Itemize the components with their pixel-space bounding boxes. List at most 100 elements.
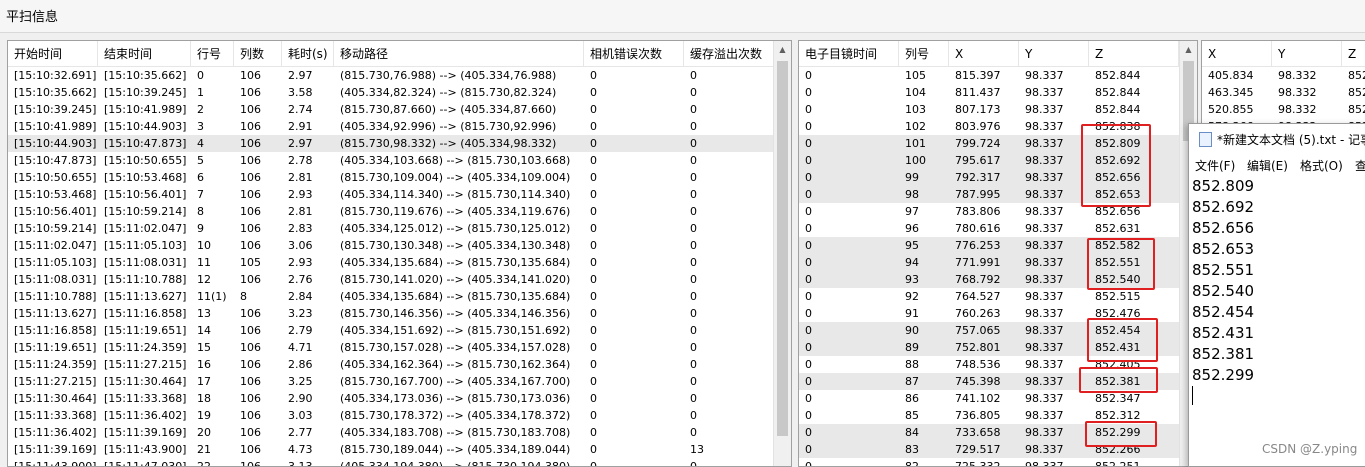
table-cell: [15:10:32.691] [14, 69, 97, 82]
table-row[interactable]: [15:10:41.989] [15:10:44.903] 3 106 2.91 (405… [8, 118, 791, 135]
menu-edit[interactable]: 编辑(E) [1247, 157, 1288, 174]
table-row[interactable]: [15:11:13.627] [15:11:16.858] 13 106 3.23 (81… [8, 305, 791, 322]
table-row[interactable]: 0 105 815.397 98.337 852.844 [799, 67, 1179, 84]
table-row[interactable]: 0 82 725.332 98.337 852.251 [799, 458, 1179, 466]
scan-column-header[interactable]: 移动路径 [334, 41, 584, 67]
table-row[interactable]: [15:11:30.464] [15:11:33.368] 18 106 2.90 (40… [8, 390, 791, 407]
scan-column-header[interactable]: 开始时间 [8, 41, 98, 67]
table-row[interactable]: [15:11:19.651] [15:11:24.359] 15 106 4.71 (81… [8, 339, 791, 356]
scroll-thumb[interactable] [777, 61, 788, 436]
table-cell: (405.334,183.708) --> (815.730,183.708) [340, 426, 571, 439]
table-cell: 98.337 [1025, 137, 1064, 150]
scan-column-header[interactable]: 列数 [234, 41, 282, 67]
table-cell: 101 [905, 137, 926, 150]
table-row[interactable]: [15:10:44.903] [15:10:47.873] 4 106 2.97 (815… [8, 135, 791, 152]
table-cell: [15:11:05.103] [14, 256, 97, 269]
table-row[interactable]: [15:10:32.691] [15:10:35.662] 0 106 2.97 (815… [8, 67, 791, 84]
menu-file[interactable]: 文件(F) [1195, 157, 1235, 174]
table-row[interactable]: [15:11:33.368] [15:11:36.402] 19 106 3.03 (81… [8, 407, 791, 424]
table-row[interactable]: 0 104 811.437 98.337 852.844 [799, 84, 1179, 101]
table-cell: [15:11:10.788] [14, 290, 97, 303]
table-cell: 98.332 [1278, 86, 1317, 99]
third-column-header[interactable]: Y [1272, 41, 1342, 67]
scan-column-header[interactable]: 结束时间 [98, 41, 191, 67]
table-row[interactable]: [15:11:08.031] [15:11:10.788] 12 106 2.76 (81… [8, 271, 791, 288]
table-cell: 757.065 [955, 324, 1001, 337]
table-row[interactable]: [15:10:47.873] [15:10:50.655] 5 106 2.78 (405… [8, 152, 791, 169]
table-row[interactable]: [15:10:53.468] [15:10:56.401] 7 106 2.93 (405… [8, 186, 791, 203]
table-row[interactable]: [15:11:10.788] [15:11:13.627] 11(1) 8 2.84 (4… [8, 288, 791, 305]
table-cell: 19 [197, 409, 211, 422]
table-cell: (815.730,119.676) --> (405.334,119.676) [340, 205, 571, 218]
table-cell: 768.792 [955, 273, 1001, 286]
table-cell: [15:10:53.468] [104, 171, 187, 184]
table-row[interactable]: 405.834 98.332 852.873 [1202, 67, 1365, 84]
table-cell: (815.730,87.660) --> (405.334,87.660) [340, 103, 557, 116]
table-row[interactable]: [15:11:02.047] [15:11:05.103] 10 106 3.06 (81… [8, 237, 791, 254]
table-row[interactable]: 463.345 98.332 852.873 [1202, 84, 1365, 101]
third-column-header[interactable]: Z [1342, 41, 1365, 67]
table-cell: 3 [197, 120, 204, 133]
table-row[interactable]: [15:10:50.655] [15:10:53.468] 6 106 2.81 (815… [8, 169, 791, 186]
table-row[interactable]: 0 96 780.616 98.337 852.631 [799, 220, 1179, 237]
focus-column-header[interactable]: 列号 [899, 41, 949, 67]
table-cell: (405.334,151.692) --> (815.730,151.692) [340, 324, 571, 337]
table-cell: 100 [905, 154, 926, 167]
table-row[interactable]: [15:10:56.401] [15:10:59.214] 8 106 2.81 (815… [8, 203, 791, 220]
table-cell: [15:10:39.245] [104, 86, 187, 99]
table-row[interactable]: [15:11:36.402] [15:11:39.169] 20 106 2.77 (40… [8, 424, 791, 441]
table-cell: 106 [240, 358, 261, 371]
table-cell: 92 [905, 290, 919, 303]
focus-column-header[interactable]: Y [1019, 41, 1089, 67]
table-cell: 0 [805, 273, 812, 286]
notepad-title-bar[interactable]: *新建文本文档 (5).txt - 记事本 [1189, 124, 1365, 154]
menu-view[interactable]: 查看(V) [1355, 157, 1365, 174]
table-cell: 22 [197, 460, 211, 467]
menu-format[interactable]: 格式(O) [1300, 157, 1343, 174]
table-cell: [15:10:35.662] [14, 86, 97, 99]
table-cell: [15:11:24.359] [14, 358, 97, 371]
table-row[interactable]: [15:11:05.103] [15:11:08.031] 11 105 2.93 (40… [8, 254, 791, 271]
table-cell: 98.337 [1025, 239, 1064, 252]
table-cell: [15:11:08.031] [14, 273, 97, 286]
scan-table[interactable]: 开始时间 结束时间 行号 列数 耗时(s) 移动路径 相机错误次数 缓存溢出次数 [15:10… [7, 40, 792, 467]
third-column-header[interactable]: X [1202, 41, 1272, 67]
table-cell: 98.337 [1025, 205, 1064, 218]
table-row[interactable]: [15:10:39.245] [15:10:41.989] 2 106 2.74 (815… [8, 101, 791, 118]
focus-column-header[interactable]: X [949, 41, 1019, 67]
table-row[interactable]: [15:10:35.662] [15:10:39.245] 1 106 3.58 (405… [8, 84, 791, 101]
table-row[interactable]: 520.855 98.332 852.873 [1202, 101, 1365, 118]
table-row[interactable]: [15:11:39.169] [15:11:43.900] 21 106 4.73 (81… [8, 441, 791, 458]
table-cell: 0 [590, 358, 597, 371]
scan-column-header[interactable]: 行号 [191, 41, 234, 67]
focus-column-header[interactable]: Z [1089, 41, 1179, 67]
table-cell: (815.730,167.700) --> (405.334,167.700) [340, 375, 571, 388]
table-row[interactable]: [15:11:16.858] [15:11:19.651] 14 106 2.79 (40… [8, 322, 791, 339]
table-cell: 0 [805, 239, 812, 252]
scan-column-header[interactable]: 相机错误次数 [584, 41, 684, 67]
table-row[interactable]: [15:11:43.900] [15:11:47.030] 22 106 3.13 (40… [8, 458, 791, 467]
table-cell: 98.337 [1025, 256, 1064, 269]
table-row[interactable]: [15:10:59.214] [15:11:02.047] 9 106 2.83 (405… [8, 220, 791, 237]
table-cell: 12 [197, 273, 211, 286]
table-cell: 463.345 [1208, 86, 1254, 99]
table-row[interactable]: 0 103 807.173 98.337 852.844 [799, 101, 1179, 118]
table-row[interactable]: [15:11:27.215] [15:11:30.464] 17 106 3.25 (81… [8, 373, 791, 390]
scroll-up-icon[interactable]: ▲ [774, 41, 791, 58]
highlight-box [1079, 367, 1158, 393]
table-row[interactable]: [15:11:24.359] [15:11:27.215] 16 106 2.86 (40… [8, 356, 791, 373]
scroll-up-icon[interactable]: ▲ [1180, 41, 1197, 58]
notepad-text-area[interactable]: 852.809 852.692 852.656 852.653 852.551 852.5… [1192, 176, 1254, 386]
notepad-line: 852.656 [1192, 219, 1255, 237]
scan-column-header[interactable]: 耗时(s) [282, 41, 334, 67]
notepad-line: 852.431 [1192, 324, 1255, 342]
table-row[interactable]: 0 92 764.527 98.337 852.515 [799, 288, 1179, 305]
table-cell: 88 [905, 358, 919, 371]
focus-column-header[interactable]: 电子目镜时间 [799, 41, 899, 67]
table-cell: 748.536 [955, 358, 1001, 371]
notepad-line: 852.551 [1192, 261, 1255, 279]
notepad-window[interactable]: *新建文本文档 (5).txt - 记事本 文件(F) 编辑(E) 格式(O) … [1188, 123, 1365, 467]
table-cell: 2.93 [288, 188, 313, 201]
scan-table-scrollbar[interactable]: ▲ [773, 41, 791, 466]
notepad-line: 852.540 [1192, 282, 1255, 300]
